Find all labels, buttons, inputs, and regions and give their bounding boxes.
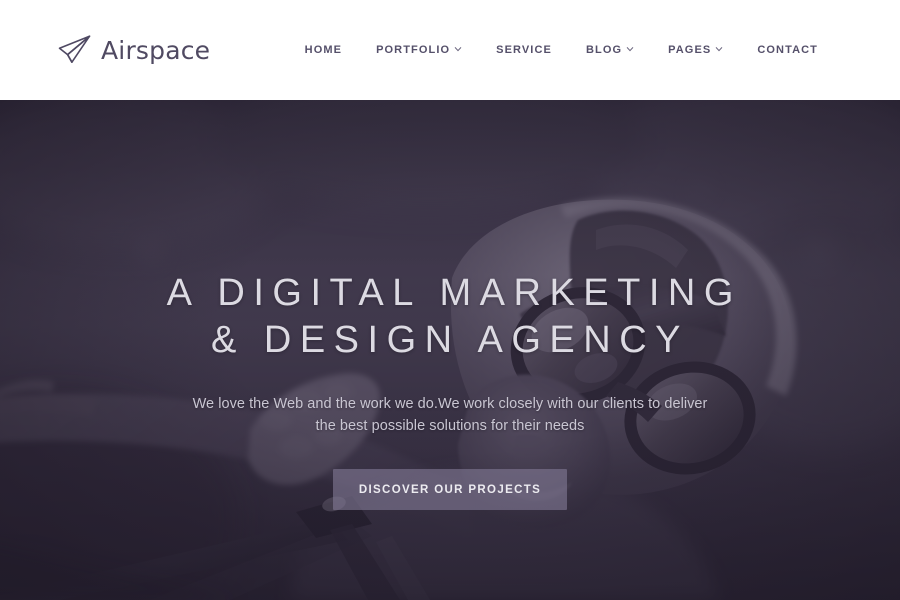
nav-item-home[interactable]: HOME: [288, 44, 359, 56]
nav-label-blog: BLOG: [585, 44, 623, 56]
nav-label-contact: CONTACT: [757, 44, 818, 56]
brand-name: Airspace: [101, 35, 211, 65]
hero-section: A DIGITAL MARKETING & DESIGN AGENCY We l…: [0, 100, 900, 600]
nav-item-blog[interactable]: BLOG: [569, 44, 651, 56]
chevron-down-icon: [715, 45, 723, 53]
chevron-down-icon: [626, 45, 634, 53]
nav-item-pages[interactable]: PAGES: [651, 44, 740, 56]
nav-label-service: SERVICE: [496, 44, 552, 56]
nav-label-portfolio: PORTFOLIO: [376, 44, 451, 56]
discover-our-projects-button[interactable]: DISCOVER OUR PROJECTS: [332, 469, 568, 510]
nav-item-contact[interactable]: CONTACT: [740, 44, 818, 56]
hero-subtitle: We love the Web and the work we do.We wo…: [192, 396, 708, 434]
paper-plane-icon: [56, 34, 94, 66]
site-header: Airspace HOME PORTFOLIO SERVICE BLOG PAG…: [0, 0, 900, 100]
nav-label-pages: PAGES: [668, 44, 712, 56]
nav-item-portfolio[interactable]: PORTFOLIO: [359, 44, 479, 56]
nav-label-home: HOME: [304, 44, 343, 56]
hero-content: A DIGITAL MARKETING & DESIGN AGENCY We l…: [0, 100, 900, 600]
chevron-down-icon: [454, 45, 462, 53]
nav-item-service[interactable]: SERVICE: [479, 44, 569, 56]
main-navigation: HOME PORTFOLIO SERVICE BLOG PAGES CONTAC…: [288, 44, 818, 56]
hero-title: A DIGITAL MARKETING & DESIGN AGENCY: [166, 272, 742, 361]
brand-logo-link[interactable]: Airspace: [56, 34, 210, 66]
